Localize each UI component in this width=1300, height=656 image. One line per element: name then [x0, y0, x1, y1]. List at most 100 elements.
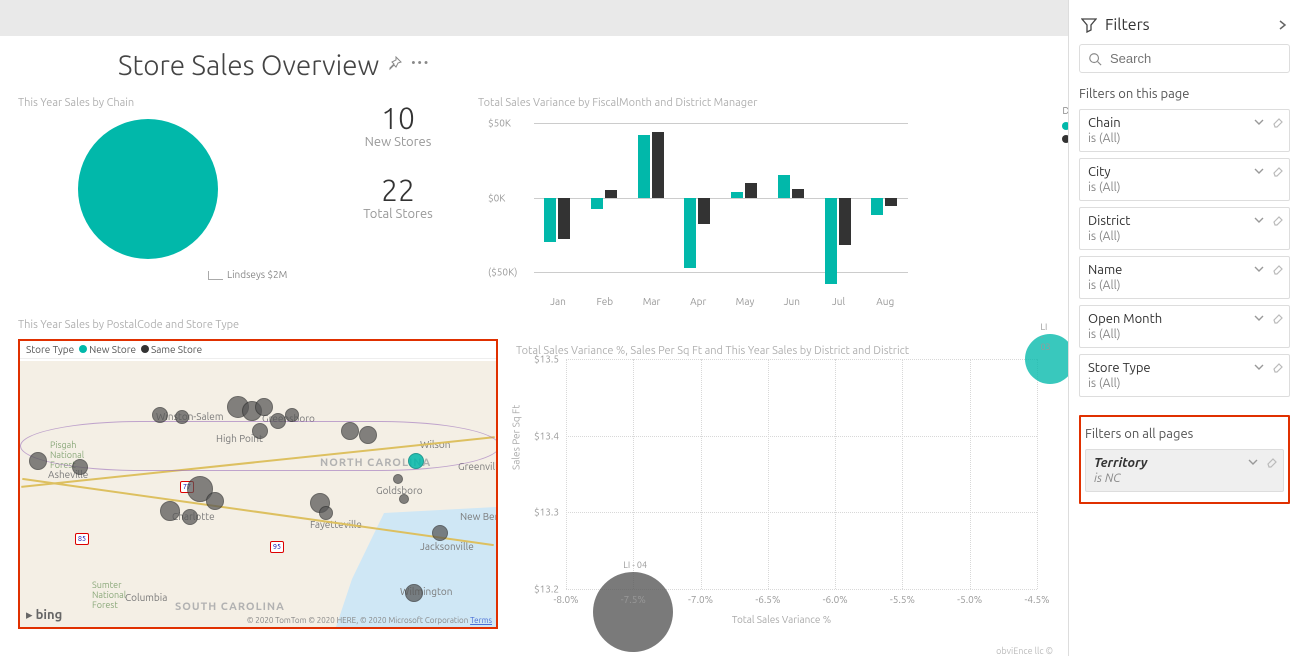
bar-segment [605, 190, 617, 197]
map-bubble [399, 494, 409, 504]
map-bubble [206, 492, 224, 510]
pin-icon[interactable] [387, 56, 403, 72]
bar-segment [792, 189, 804, 198]
bar-segment [638, 135, 650, 198]
bar-segment [745, 183, 757, 198]
bing-logo: ▸ bing [26, 608, 62, 623]
filters-all-pages-highlight: Filters on all pages Territoryis NC [1079, 415, 1290, 504]
filter-card[interactable]: Nameis (All) [1079, 256, 1290, 299]
filter-search[interactable] [1079, 44, 1290, 73]
donut-slice [78, 119, 218, 259]
kpi-new-stores-value: 10 [318, 101, 478, 135]
map-bubble [255, 398, 273, 416]
bar-segment [871, 198, 883, 216]
map-bubble [432, 525, 448, 541]
eraser-icon[interactable] [1271, 165, 1283, 177]
map-bubble [393, 474, 403, 484]
map-bubble [182, 509, 198, 525]
page-title: Store Sales Overview [18, 36, 379, 91]
eraser-icon[interactable] [1271, 214, 1283, 226]
filter-card-value: is (All) [1088, 279, 1281, 292]
filter-card-value: is (All) [1088, 377, 1281, 390]
highway-shield: 95 [270, 541, 284, 553]
eraser-icon[interactable] [1271, 116, 1283, 128]
scatter-title: Total Sales Variance %, Sales Per Sq Ft … [516, 345, 1047, 357]
map-bubble [175, 410, 189, 424]
bar-segment [544, 198, 556, 243]
bar-segment [558, 198, 570, 240]
map-visual[interactable]: Store Type New Store Same Store NORTH CA… [18, 339, 498, 629]
donut-chart[interactable]: This Year Sales by Chain Lindseys $2M [18, 91, 318, 313]
kpi-new-stores-label: New Stores [318, 135, 478, 149]
forest-label: SumterNationalForest [92, 581, 126, 611]
bar-segment [652, 132, 664, 198]
bar-segment [698, 198, 710, 225]
chevron-down-icon[interactable] [1247, 456, 1259, 468]
map-bubble-new [408, 453, 424, 469]
map-copyright: © 2020 TomTom © 2020 HERE, © 2020 Micros… [247, 616, 492, 625]
filter-icon [1081, 17, 1097, 33]
more-options-icon[interactable]: ••• [411, 57, 430, 70]
legend-dot-new [79, 345, 87, 353]
bar-segment [778, 175, 790, 197]
chevron-down-icon[interactable] [1253, 263, 1265, 275]
filter-card[interactable]: Open Monthis (All) [1079, 305, 1290, 348]
map-bubble [341, 422, 359, 440]
chevron-down-icon[interactable] [1253, 214, 1265, 226]
donut-legend: Lindseys $2M [208, 269, 318, 280]
map-bubble [252, 423, 268, 439]
eraser-icon[interactable] [1271, 361, 1283, 373]
map-bubble [405, 584, 423, 602]
chevron-down-icon[interactable] [1253, 165, 1265, 177]
bar-segment [731, 192, 743, 198]
scatter-chart[interactable]: Total Sales Variance %, Sales Per Sq Ft … [516, 339, 1047, 629]
filter-card[interactable]: Territoryis NC [1085, 449, 1284, 492]
filters-section-all: Filters on all pages [1085, 427, 1284, 441]
kpi-total-stores-value: 22 [318, 173, 478, 207]
chevron-down-icon[interactable] [1253, 312, 1265, 324]
state-label: SOUTH CAROLINA [175, 601, 285, 613]
map-bubble [152, 407, 168, 423]
scatter-point [593, 572, 673, 652]
filter-search-input[interactable] [1110, 51, 1286, 66]
filter-card[interactable]: Cityis (All) [1079, 158, 1290, 201]
map-legend-title: Store Type [26, 344, 74, 355]
bar-segment [885, 198, 897, 207]
bar-segment [684, 198, 696, 268]
map-bubble [270, 413, 286, 429]
map-terms-link[interactable]: Terms [470, 616, 492, 625]
filter-card[interactable]: Store Typeis (All) [1079, 354, 1290, 397]
chevron-down-icon[interactable] [1253, 116, 1265, 128]
filters-section-page: Filters on this page [1079, 87, 1290, 101]
eraser-icon[interactable] [1265, 456, 1277, 468]
map-bubble [29, 452, 47, 470]
map-bubble [160, 501, 180, 521]
search-icon [1088, 52, 1102, 66]
map-bubble [319, 506, 333, 520]
eraser-icon[interactable] [1271, 263, 1283, 275]
map-bubble [285, 408, 299, 422]
filter-card-value: is (All) [1088, 328, 1281, 341]
filter-card-value: is (All) [1088, 132, 1281, 145]
filter-card-value: is (All) [1088, 181, 1281, 194]
bar-chart-title: Total Sales Variance by FiscalMonth and … [478, 97, 1047, 109]
filter-card-value: is NC [1094, 472, 1275, 485]
attribution: obviEnce llc © [996, 646, 1053, 656]
collapse-pane-icon[interactable] [1276, 19, 1288, 31]
chevron-down-icon[interactable] [1253, 361, 1265, 373]
donut-title: This Year Sales by Chain [18, 97, 318, 109]
filter-card[interactable]: Chainis (All) [1079, 109, 1290, 152]
kpi-total-stores-label: Total Stores [318, 207, 478, 221]
filter-card-value: is (All) [1088, 230, 1281, 243]
scatter-x-axis-title: Total Sales Variance % [732, 614, 831, 625]
eraser-icon[interactable] [1271, 312, 1283, 324]
bar-chart[interactable]: Total Sales Variance by FiscalMonth and … [478, 91, 1047, 313]
bar-segment [825, 198, 837, 284]
map-title: This Year Sales by PostalCode and Store … [18, 319, 1047, 331]
highway-shield: 85 [75, 533, 89, 545]
filters-pane: Filters Filters on this page Chainis (Al… [1068, 0, 1300, 656]
bar-segment [591, 198, 603, 210]
map-bubble [72, 459, 88, 475]
scatter-y-axis-title: Sales Per Sq Ft [511, 405, 522, 470]
filter-card[interactable]: Districtis (All) [1079, 207, 1290, 250]
